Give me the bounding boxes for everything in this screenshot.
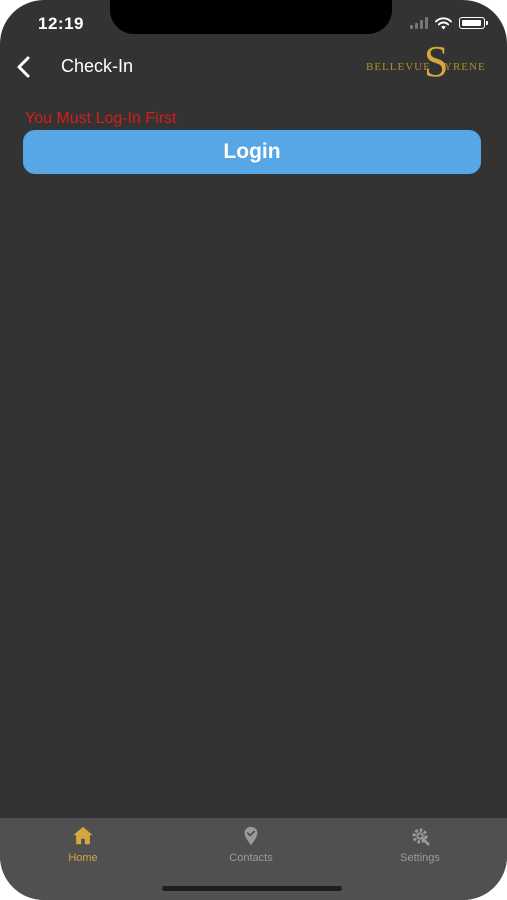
tab-home[interactable]: Home bbox=[23, 825, 143, 875]
back-button[interactable] bbox=[8, 52, 38, 82]
login-warning: You Must Log-In First bbox=[25, 110, 177, 127]
brand-logo: BELLEVUE S YRENE bbox=[364, 40, 494, 92]
contacts-icon bbox=[244, 826, 258, 846]
settings-icon bbox=[412, 828, 430, 846]
tab-home-label: Home bbox=[68, 852, 98, 864]
tab-settings[interactable]: Settings bbox=[360, 825, 480, 875]
logo-text-left: BELLEVUE bbox=[366, 61, 431, 73]
login-button[interactable]: Login bbox=[23, 130, 481, 174]
tab-contacts-label: Contacts bbox=[229, 852, 273, 864]
home-indicator bbox=[162, 886, 342, 891]
home-icon bbox=[73, 826, 93, 845]
tab-contacts[interactable]: Contacts bbox=[191, 825, 311, 875]
status-icons bbox=[410, 15, 488, 31]
phone-screen: 12:19 Check-In BELLEVUE S YRENE You Must… bbox=[0, 0, 507, 900]
notch bbox=[110, 0, 392, 34]
tab-settings-label: Settings bbox=[400, 852, 440, 864]
battery-icon bbox=[459, 17, 488, 29]
wifi-icon bbox=[435, 16, 452, 29]
status-bar: 12:19 bbox=[0, 0, 507, 40]
chevron-left-icon bbox=[17, 56, 30, 78]
logo-text-right: YRENE bbox=[444, 61, 486, 73]
signal-icon bbox=[410, 17, 428, 29]
page-title: Check-In bbox=[61, 56, 134, 76]
status-time: 12:19 bbox=[38, 14, 84, 33]
navigation-bar: Check-In BELLEVUE S YRENE bbox=[0, 40, 507, 92]
